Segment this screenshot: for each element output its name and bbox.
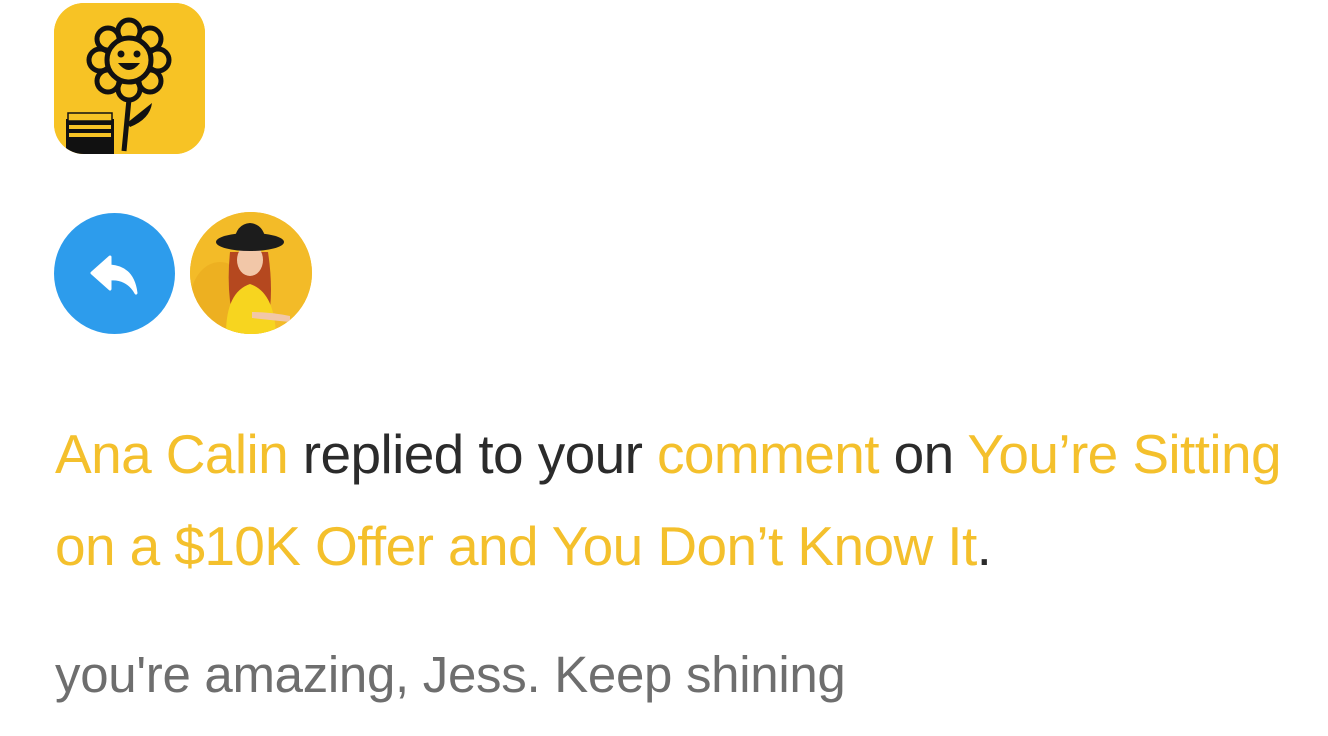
comment-link[interactable]: comment bbox=[657, 423, 880, 485]
action-text: replied to your bbox=[288, 423, 657, 485]
actor-name-link[interactable]: Ana Calin bbox=[55, 423, 289, 485]
reply-badge bbox=[54, 213, 175, 334]
end-punctuation: . bbox=[976, 515, 992, 577]
reply-snippet: you're amazing, Jess. Keep shining bbox=[55, 646, 846, 703]
reply-arrow-icon bbox=[90, 255, 137, 294]
on-text: on bbox=[878, 423, 968, 485]
sunflower-icon bbox=[54, 3, 205, 154]
user-avatar[interactable] bbox=[190, 212, 312, 334]
avatar-photo bbox=[190, 212, 312, 334]
sunflower-app-icon[interactable] bbox=[54, 3, 205, 154]
notification-text: Ana Calin replied to your comment on You… bbox=[55, 408, 1305, 592]
